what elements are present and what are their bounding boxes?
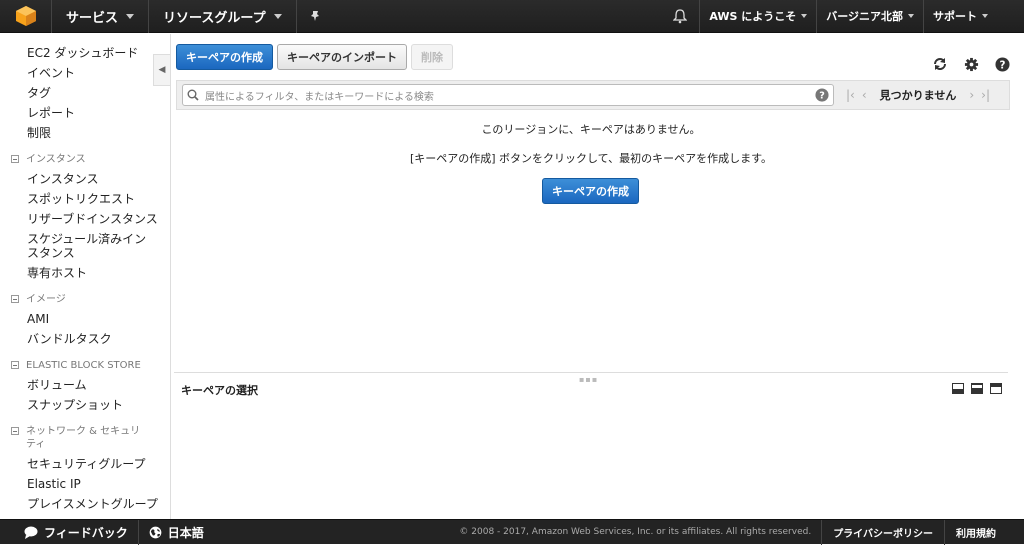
feedback-button[interactable]: フィードバック xyxy=(0,519,139,545)
sidebar-section-title: ELASTIC BLOCK STORE xyxy=(26,360,141,371)
search-input[interactable]: 属性によるフィルタ、またはキーワードによる検索 ? xyxy=(182,84,834,106)
globe-icon xyxy=(149,526,162,538)
sidebar-section-network-security[interactable]: ネットワーク & セキュリティ xyxy=(0,425,150,454)
action-toolbar: キーペアの作成 キーペアのインポート 削除 xyxy=(176,44,453,70)
sidebar-item-scheduled-instances[interactable]: スケジュール済みインスタンス xyxy=(0,229,150,263)
speech-bubble-icon xyxy=(24,526,38,539)
create-key-pair-button[interactable]: キーペアの作成 xyxy=(176,44,273,70)
sidebar-item-spot-requests[interactable]: スポットリクエスト xyxy=(0,189,170,209)
sidebar-item-security-groups[interactable]: セキュリティグループ xyxy=(0,454,170,474)
pin-icon[interactable] xyxy=(297,0,333,33)
sidebar-item-limits[interactable]: 制限 xyxy=(0,123,170,143)
sidebar-section-title: インスタンス xyxy=(26,154,86,165)
import-key-pair-button[interactable]: キーペアのインポート xyxy=(277,44,407,70)
feedback-label: フィードバック xyxy=(44,525,128,540)
privacy-policy-link[interactable]: プライバシーポリシー xyxy=(821,519,944,545)
collapse-icon xyxy=(11,361,19,369)
services-label: サービス xyxy=(66,10,119,26)
language-selector[interactable]: 日本語 xyxy=(139,520,214,545)
help-icon[interactable]: ? xyxy=(995,56,1010,75)
search-icon xyxy=(187,89,199,101)
chevron-left-icon: ◀ xyxy=(158,65,166,75)
sidebar-item-snapshots[interactable]: スナップショット xyxy=(0,395,170,415)
empty-hint: [キーペアの作成] ボタンをクリックして、最初のキーペアを作成します。 xyxy=(409,152,773,165)
sidebar-item-tags[interactable]: タグ xyxy=(0,83,170,103)
resource-groups-menu[interactable]: リソースグループ xyxy=(149,0,297,33)
sidebar-item-elastic-ip[interactable]: Elastic IP xyxy=(0,474,170,494)
sidebar-collapse-button[interactable]: ◀ xyxy=(153,54,170,86)
footer-bar: フィードバック 日本語 © 2008 - 2017, Amazon Web Se… xyxy=(0,519,1024,545)
chevron-down-icon xyxy=(273,13,282,19)
terms-link[interactable]: 利用規約 xyxy=(944,519,1024,545)
sidebar-item-dedicated-hosts[interactable]: 専有ホスト xyxy=(0,263,170,283)
collapse-icon xyxy=(11,155,19,163)
sidebar-item-placement-groups[interactable]: プレイスメントグループ xyxy=(0,494,170,514)
pane-splitter[interactable] xyxy=(174,372,1008,373)
sidebar-item-volumes[interactable]: ボリューム xyxy=(0,375,170,395)
sidebar-item-events[interactable]: イベント xyxy=(0,63,170,83)
create-key-pair-center-button[interactable]: キーペアの作成 xyxy=(542,178,639,204)
next-page-icon[interactable]: › xyxy=(969,88,974,102)
pagination-status: 見つかりません xyxy=(879,89,957,102)
search-placeholder: 属性によるフィルタ、またはキーワードによる検索 xyxy=(205,91,434,103)
collapse-icon xyxy=(11,295,19,303)
language-label: 日本語 xyxy=(167,525,204,540)
sidebar: EC2 ダッシュボード イベント タグ レポート 制限 インスタンス インスタン… xyxy=(0,34,171,519)
chevron-down-icon xyxy=(908,14,914,18)
sidebar-item-bundle-tasks[interactable]: バンドルタスク xyxy=(0,329,170,349)
region-label: バージニア北部 xyxy=(826,10,903,23)
collapse-icon xyxy=(11,427,19,435)
delete-button[interactable]: 削除 xyxy=(411,44,453,70)
support-label: サポート xyxy=(933,10,977,23)
aws-cube-icon[interactable] xyxy=(0,0,52,33)
svg-text:?: ? xyxy=(1000,59,1006,71)
services-menu[interactable]: サービス xyxy=(52,0,150,33)
drag-handle-icon[interactable]: ▪▪▪ xyxy=(579,375,598,384)
sidebar-item-instances[interactable]: インスタンス xyxy=(0,169,170,189)
help-icon[interactable]: ? xyxy=(815,88,829,102)
main-content: キーペアの作成 キーペアのインポート 削除 ? 属性によるフィルタ、またはキーワ… xyxy=(174,34,1024,519)
layout-top-icon[interactable] xyxy=(990,383,1002,394)
sidebar-item-reports[interactable]: レポート xyxy=(0,103,170,123)
pagination: |‹ ‹ 見つかりません › ›| xyxy=(846,87,990,103)
detail-pane-title: キーペアの選択 xyxy=(181,384,258,397)
sidebar-section-instances[interactable]: インスタンス xyxy=(0,153,170,169)
chevron-down-icon xyxy=(982,14,988,18)
first-page-icon[interactable]: |‹ xyxy=(846,88,855,102)
empty-message: このリージョンに、キーペアはありません。 xyxy=(481,123,701,136)
layout-switcher xyxy=(952,383,1002,394)
sidebar-item-ec2-dashboard[interactable]: EC2 ダッシュボード xyxy=(0,43,170,63)
resource-groups-label: リソースグループ xyxy=(163,10,266,26)
sidebar-section-images[interactable]: イメージ xyxy=(0,293,170,309)
top-navigation-bar: サービス リソースグループ AWS にようこそ バージニア北部 サポート xyxy=(0,0,1024,33)
support-menu[interactable]: サポート xyxy=(923,0,1024,33)
layout-bottom-icon[interactable] xyxy=(952,383,964,394)
refresh-icon[interactable] xyxy=(932,56,948,75)
account-label: AWS にようこそ xyxy=(709,10,797,23)
copyright-text: © 2008 - 2017, Amazon Web Services, Inc.… xyxy=(459,527,812,537)
bell-icon[interactable] xyxy=(661,0,699,33)
svg-text:?: ? xyxy=(819,91,825,102)
filter-bar: 属性によるフィルタ、またはキーワードによる検索 ? |‹ ‹ 見つかりません ›… xyxy=(176,80,1010,110)
sidebar-section-ebs[interactable]: ELASTIC BLOCK STORE xyxy=(0,359,170,375)
last-page-icon[interactable]: ›| xyxy=(981,88,990,102)
account-menu[interactable]: AWS にようこそ xyxy=(699,0,816,33)
chevron-down-icon xyxy=(801,14,808,18)
prev-page-icon[interactable]: ‹ xyxy=(862,88,867,102)
region-menu[interactable]: バージニア北部 xyxy=(816,0,923,33)
toolbar-icons: ? xyxy=(932,56,1010,75)
gear-icon[interactable] xyxy=(964,57,979,75)
layout-half-icon[interactable] xyxy=(971,383,983,394)
sidebar-item-reserved-instances[interactable]: リザーブドインスタンス xyxy=(0,209,170,229)
sidebar-item-ami[interactable]: AMI xyxy=(0,309,170,329)
sidebar-section-title: イメージ xyxy=(26,294,66,305)
sidebar-section-title: ネットワーク & セキュリティ xyxy=(26,426,141,450)
chevron-down-icon xyxy=(126,13,135,19)
